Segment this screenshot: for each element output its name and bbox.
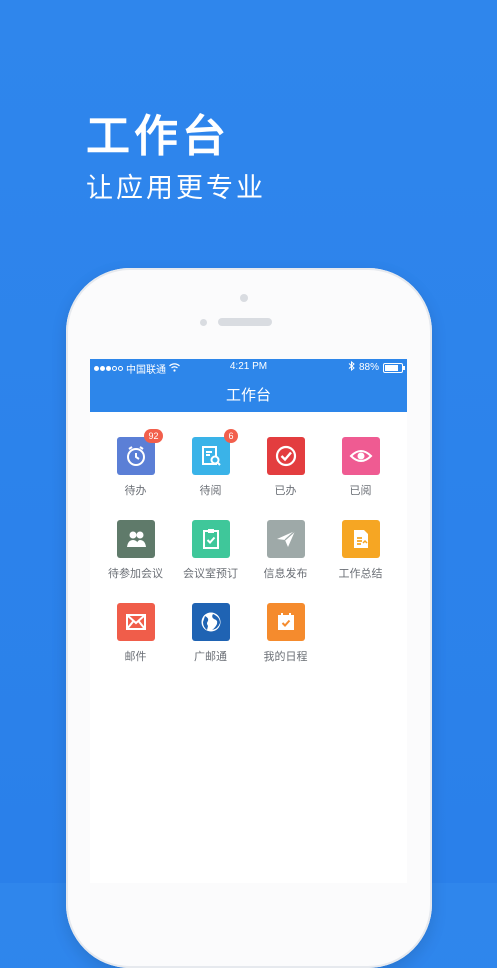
paper-plane-icon[interactable] [266, 520, 305, 558]
app-label: 待阅 [199, 484, 222, 497]
document-search-icon[interactable]: 6 [191, 429, 238, 475]
app-tile-7[interactable]: 信息发布 [248, 520, 323, 581]
app-tile-4[interactable]: 已阅 [323, 437, 398, 498]
app-label: 工作总结 [338, 567, 383, 580]
people-icon[interactable] [116, 520, 155, 558]
count-badge: 92 [144, 429, 163, 443]
app-screen: 中国联通 4:21 PM 88% 工作台 92 待办 6 待阅 已办 已阅待参加会议 会议室… [90, 359, 407, 883]
app-tile-8[interactable]: 工作总结 [323, 520, 398, 581]
report-icon[interactable] [341, 520, 380, 558]
page-title: 工作台 [225, 385, 271, 404]
app-tile-9[interactable]: 邮件 [98, 603, 173, 664]
phone-sensor [200, 319, 207, 326]
app-tile-3[interactable]: 已办 [248, 437, 323, 498]
app-label: 信息发布 [263, 567, 308, 580]
phone-camera [240, 294, 248, 302]
check-circle-icon[interactable] [266, 437, 305, 475]
bluetooth-icon [348, 360, 355, 374]
clipboard-check-icon[interactable] [191, 520, 230, 558]
app-tile-1[interactable]: 92 待办 [98, 429, 173, 498]
app-label: 待参加会议 [108, 567, 163, 580]
app-tile-5[interactable]: 待参加会议 [98, 520, 173, 581]
battery-percent: 88% [358, 362, 379, 373]
mail-icon[interactable] [116, 603, 155, 641]
app-label: 会议室预订 [183, 567, 238, 580]
app-tile-6[interactable]: 会议室预订 [173, 520, 248, 581]
hero-title: 工作台 [86, 111, 230, 162]
clock-icon[interactable]: 92 [116, 429, 163, 475]
app-label: 已阅 [349, 484, 372, 497]
app-label: 已办 [274, 484, 297, 497]
hero-subtitle: 让应用更专业 [86, 173, 266, 204]
status-bar: 中国联通 4:21 PM 88% [90, 359, 407, 376]
app-label: 待办 [124, 484, 147, 497]
app-tile-11[interactable]: 我的日程 [248, 603, 323, 664]
eye-icon[interactable] [341, 437, 380, 475]
phone-speaker [218, 318, 272, 326]
app-grid: 92 待办 6 待阅 已办 已阅待参加会议 会议室预订 信息发布 工作总结邮件 广邮通 我的日程 [90, 429, 407, 664]
app-tile-2[interactable]: 6 待阅 [173, 429, 248, 498]
app-label: 广邮通 [194, 650, 227, 663]
app-label: 我的日程 [263, 650, 308, 663]
app-label: 邮件 [124, 650, 147, 663]
battery-icon [383, 362, 405, 373]
nav-bar: 工作台 [90, 376, 407, 412]
app-tile-10[interactable]: 广邮通 [173, 603, 248, 664]
globe-icon[interactable] [191, 603, 230, 641]
calendar-check-icon[interactable] [266, 603, 305, 641]
count-badge: 6 [224, 429, 238, 443]
